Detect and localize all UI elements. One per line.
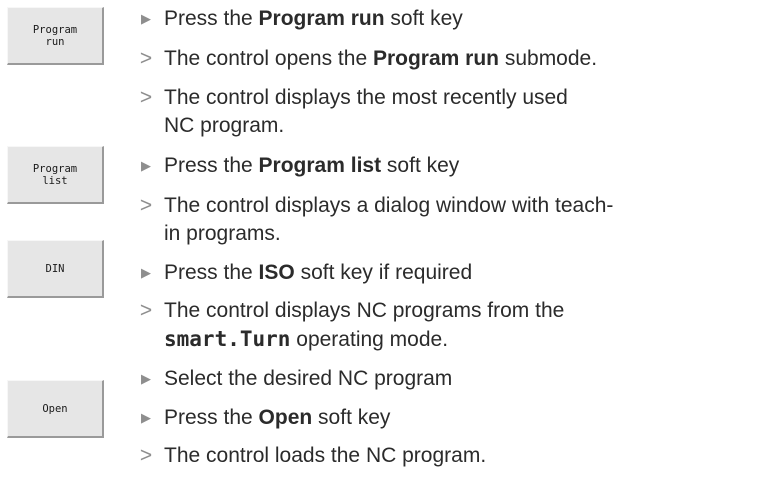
program-list-softkey[interactable]: Program list — [7, 146, 104, 204]
result-displays-recent-program: > The control displays the most recently… — [140, 84, 568, 140]
action-arrow-icon: ▶ — [141, 11, 151, 26]
result-marker-icon: > — [139, 194, 153, 217]
result-opens-program-run: > The control opens the Program run subm… — [140, 45, 597, 73]
action-arrow-icon: ▶ — [141, 158, 151, 173]
open-softkey[interactable]: Open — [7, 380, 104, 438]
result-marker-icon: > — [139, 299, 153, 322]
result-marker-icon: > — [139, 444, 153, 467]
action-arrow-icon: ▶ — [141, 410, 151, 425]
result-displays-dialog: > The control displays a dialog window w… — [140, 192, 614, 248]
step-press-open: ▶ Press the Open soft key — [141, 404, 390, 432]
result-marker-icon: > — [139, 47, 153, 70]
result-loads-program: > The control loads the NC program. — [140, 442, 486, 470]
step-press-program-run: ▶ Press the Program run soft key — [141, 5, 463, 33]
result-displays-smartturn-programs: > The control displays NC programs from … — [140, 297, 564, 354]
program-run-softkey[interactable]: Program run — [7, 7, 104, 65]
step-press-iso: ▶ Press the ISO soft key if required — [141, 259, 472, 287]
step-press-program-list: ▶ Press the Program list soft key — [141, 152, 459, 180]
result-marker-icon: > — [139, 86, 153, 109]
action-arrow-icon: ▶ — [141, 265, 151, 280]
step-select-program: ▶ Select the desired NC program — [141, 365, 452, 393]
din-softkey[interactable]: DIN — [7, 240, 104, 298]
action-arrow-icon: ▶ — [141, 371, 151, 386]
